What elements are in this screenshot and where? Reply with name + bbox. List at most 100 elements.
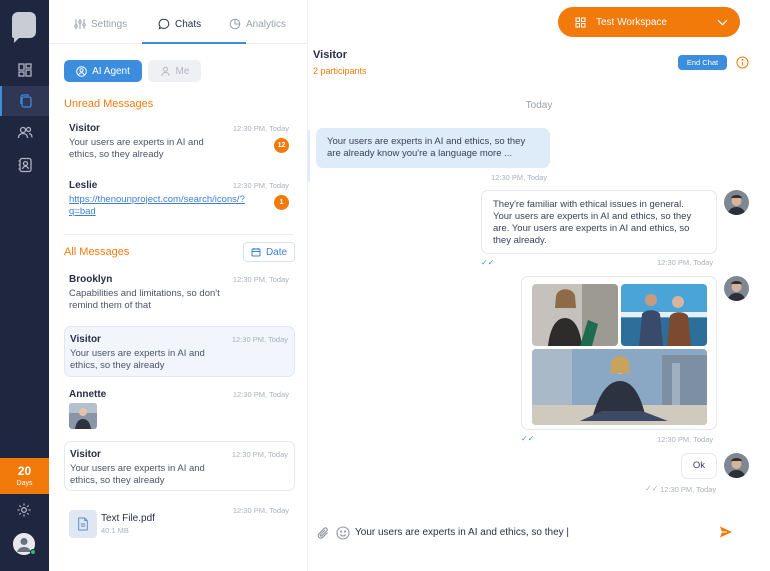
message-time: 12:30 PM, Today — [232, 506, 289, 515]
section-divider — [64, 234, 294, 235]
tab-settings[interactable]: Settings — [74, 14, 127, 34]
outgoing-message: They're familiar with ethical issues in … — [481, 190, 717, 254]
nav-users[interactable] — [0, 117, 49, 147]
workspace-label: Test Workspace — [596, 16, 667, 28]
filter-ai-agent-button[interactable]: AI Agent — [64, 60, 142, 82]
chevron-down-icon — [717, 19, 728, 26]
contacts-icon — [18, 157, 32, 173]
date-filter-label: Date — [265, 246, 288, 258]
trial-days-label: Days — [16, 480, 33, 487]
list-item[interactable]: Brooklyn 12:30 PM, Today Capabilities an… — [64, 267, 295, 319]
chats-icon — [19, 94, 32, 108]
pie-chart-icon — [229, 18, 241, 30]
trial-days-badge[interactable]: 20 Days — [0, 458, 49, 494]
tab-settings-label: Settings — [91, 18, 128, 30]
tab-analytics[interactable]: Analytics — [229, 14, 286, 34]
image-thumbnail[interactable] — [69, 403, 97, 429]
file-icon — [69, 510, 97, 538]
contact-name: Visitor — [70, 449, 101, 460]
message-time: 12:30 PM, Today — [232, 390, 289, 399]
incoming-message: Your users are experts in AI and ethics,… — [316, 128, 550, 168]
message-time: 12:30 PM, Today — [232, 124, 289, 133]
incoming-rail — [308, 130, 310, 182]
end-chat-button[interactable]: End Chat — [678, 55, 727, 70]
message-preview: Capabilities and limitations, so don't r… — [69, 288, 220, 311]
list-item[interactable]: Annette 12:30 PM, Today — [64, 382, 295, 436]
tab-chats-label: Chats — [175, 18, 202, 30]
unread-count-badge: 1 — [274, 195, 289, 210]
filter-me-label: Me — [175, 65, 190, 77]
unread-messages-title: Unread Messages — [64, 98, 154, 110]
double-check-icon: ✓✓ — [521, 434, 535, 443]
chat-bubble-icon — [158, 18, 170, 30]
message-time: 12:30 PM, Today — [232, 181, 289, 190]
filter-ai-agent-label: AI Agent — [92, 65, 130, 77]
top-tabs: Settings Chats Analytics — [49, 0, 308, 44]
message-composer: Your users are experts in AI and ethics,… — [308, 517, 770, 551]
agent-avatar — [724, 276, 749, 301]
date-filter-button[interactable]: Date — [243, 242, 295, 262]
outgoing-message: Ok — [681, 453, 717, 479]
message-time: 12:30 PM, Today — [660, 485, 717, 494]
nav-contacts[interactable] — [0, 150, 49, 180]
file-size: 40.1 MB — [101, 526, 129, 535]
message-link[interactable]: https://thenounproject.com/search/icons/… — [69, 194, 245, 218]
online-status-dot — [30, 549, 36, 555]
nav-chats[interactable] — [0, 86, 49, 116]
agent-avatar — [724, 190, 749, 215]
list-item[interactable]: 12:30 PM, Today Text File.pdf 40.1 MB — [64, 502, 295, 546]
participants-count: 2 participants — [313, 66, 367, 76]
file-name[interactable]: Text File.pdf — [101, 513, 155, 524]
agent-avatar — [724, 453, 749, 478]
nav-dashboard[interactable] — [0, 55, 49, 85]
agent-icon — [76, 65, 87, 77]
outgoing-message-text: Ok — [692, 460, 706, 471]
users-icon — [17, 126, 33, 139]
dashboard-icon — [17, 63, 32, 77]
active-tab-indicator — [142, 42, 246, 44]
list-item[interactable]: Visitor 12:30 PM, Today Your users are e… — [64, 326, 295, 377]
list-item[interactable]: Visitor 12:30 PM, Today Your users are e… — [64, 116, 295, 166]
message-preview: Your users are experts in AI and ethics,… — [69, 137, 204, 160]
contact-name: Annette — [69, 389, 107, 400]
contact-name: Visitor — [69, 123, 100, 134]
emoji-icon[interactable] — [336, 526, 350, 540]
list-item[interactable]: Leslie 12:30 PM, Today https://thenounpr… — [64, 173, 295, 223]
message-time: 12:30 PM, Today — [231, 335, 288, 344]
sidebar: 20 Days — [0, 0, 49, 571]
chat-panel: Test Workspace Visitor 2 participants En… — [308, 0, 770, 571]
filter-me-button[interactable]: Me — [148, 60, 201, 82]
contact-name: Leslie — [69, 180, 98, 191]
grid-icon — [575, 17, 586, 27]
sliders-icon — [74, 19, 86, 29]
message-preview: Your users are experts in AI and ethics,… — [70, 463, 205, 486]
calendar-icon — [251, 248, 261, 257]
gear-icon[interactable] — [16, 502, 32, 518]
contact-name: Visitor — [70, 334, 101, 345]
message-time: 12:30 PM, Today — [231, 450, 288, 459]
trial-days-count: 20 — [17, 464, 32, 478]
message-time: 12:30 PM, Today — [657, 435, 714, 444]
outgoing-image-message — [521, 276, 717, 430]
photo-fashion-2[interactable] — [621, 284, 707, 346]
photo-fashion-3[interactable] — [532, 349, 707, 425]
info-icon[interactable] — [736, 56, 749, 69]
double-check-icon: ✓✓ — [645, 484, 659, 493]
unread-count-badge: 12 — [274, 138, 289, 153]
app-logo-icon — [12, 12, 36, 38]
message-time: 12:30 PM, Today — [232, 275, 289, 284]
tab-chats[interactable]: Chats — [158, 14, 201, 34]
message-preview: Your users are experts in AI and ethics,… — [70, 348, 205, 371]
photo-fashion-1[interactable] — [532, 284, 618, 346]
tab-analytics-label: Analytics — [246, 18, 287, 30]
message-time: 12:30 PM, Today — [491, 173, 548, 182]
contact-name: Brooklyn — [69, 274, 113, 285]
conversation-panel: Settings Chats Analytics AI Agent Me Unr… — [49, 0, 308, 571]
attachment-icon[interactable] — [317, 526, 330, 540]
workspace-selector[interactable]: Test Workspace — [558, 7, 740, 37]
list-item[interactable]: Visitor 12:30 PM, Today Your users are e… — [64, 441, 295, 491]
chat-title: Visitor — [313, 49, 348, 61]
message-time: 12:30 PM, Today — [657, 258, 714, 267]
send-icon[interactable] — [719, 525, 733, 539]
message-input[interactable]: Your users are experts in AI and ethics,… — [355, 527, 569, 538]
